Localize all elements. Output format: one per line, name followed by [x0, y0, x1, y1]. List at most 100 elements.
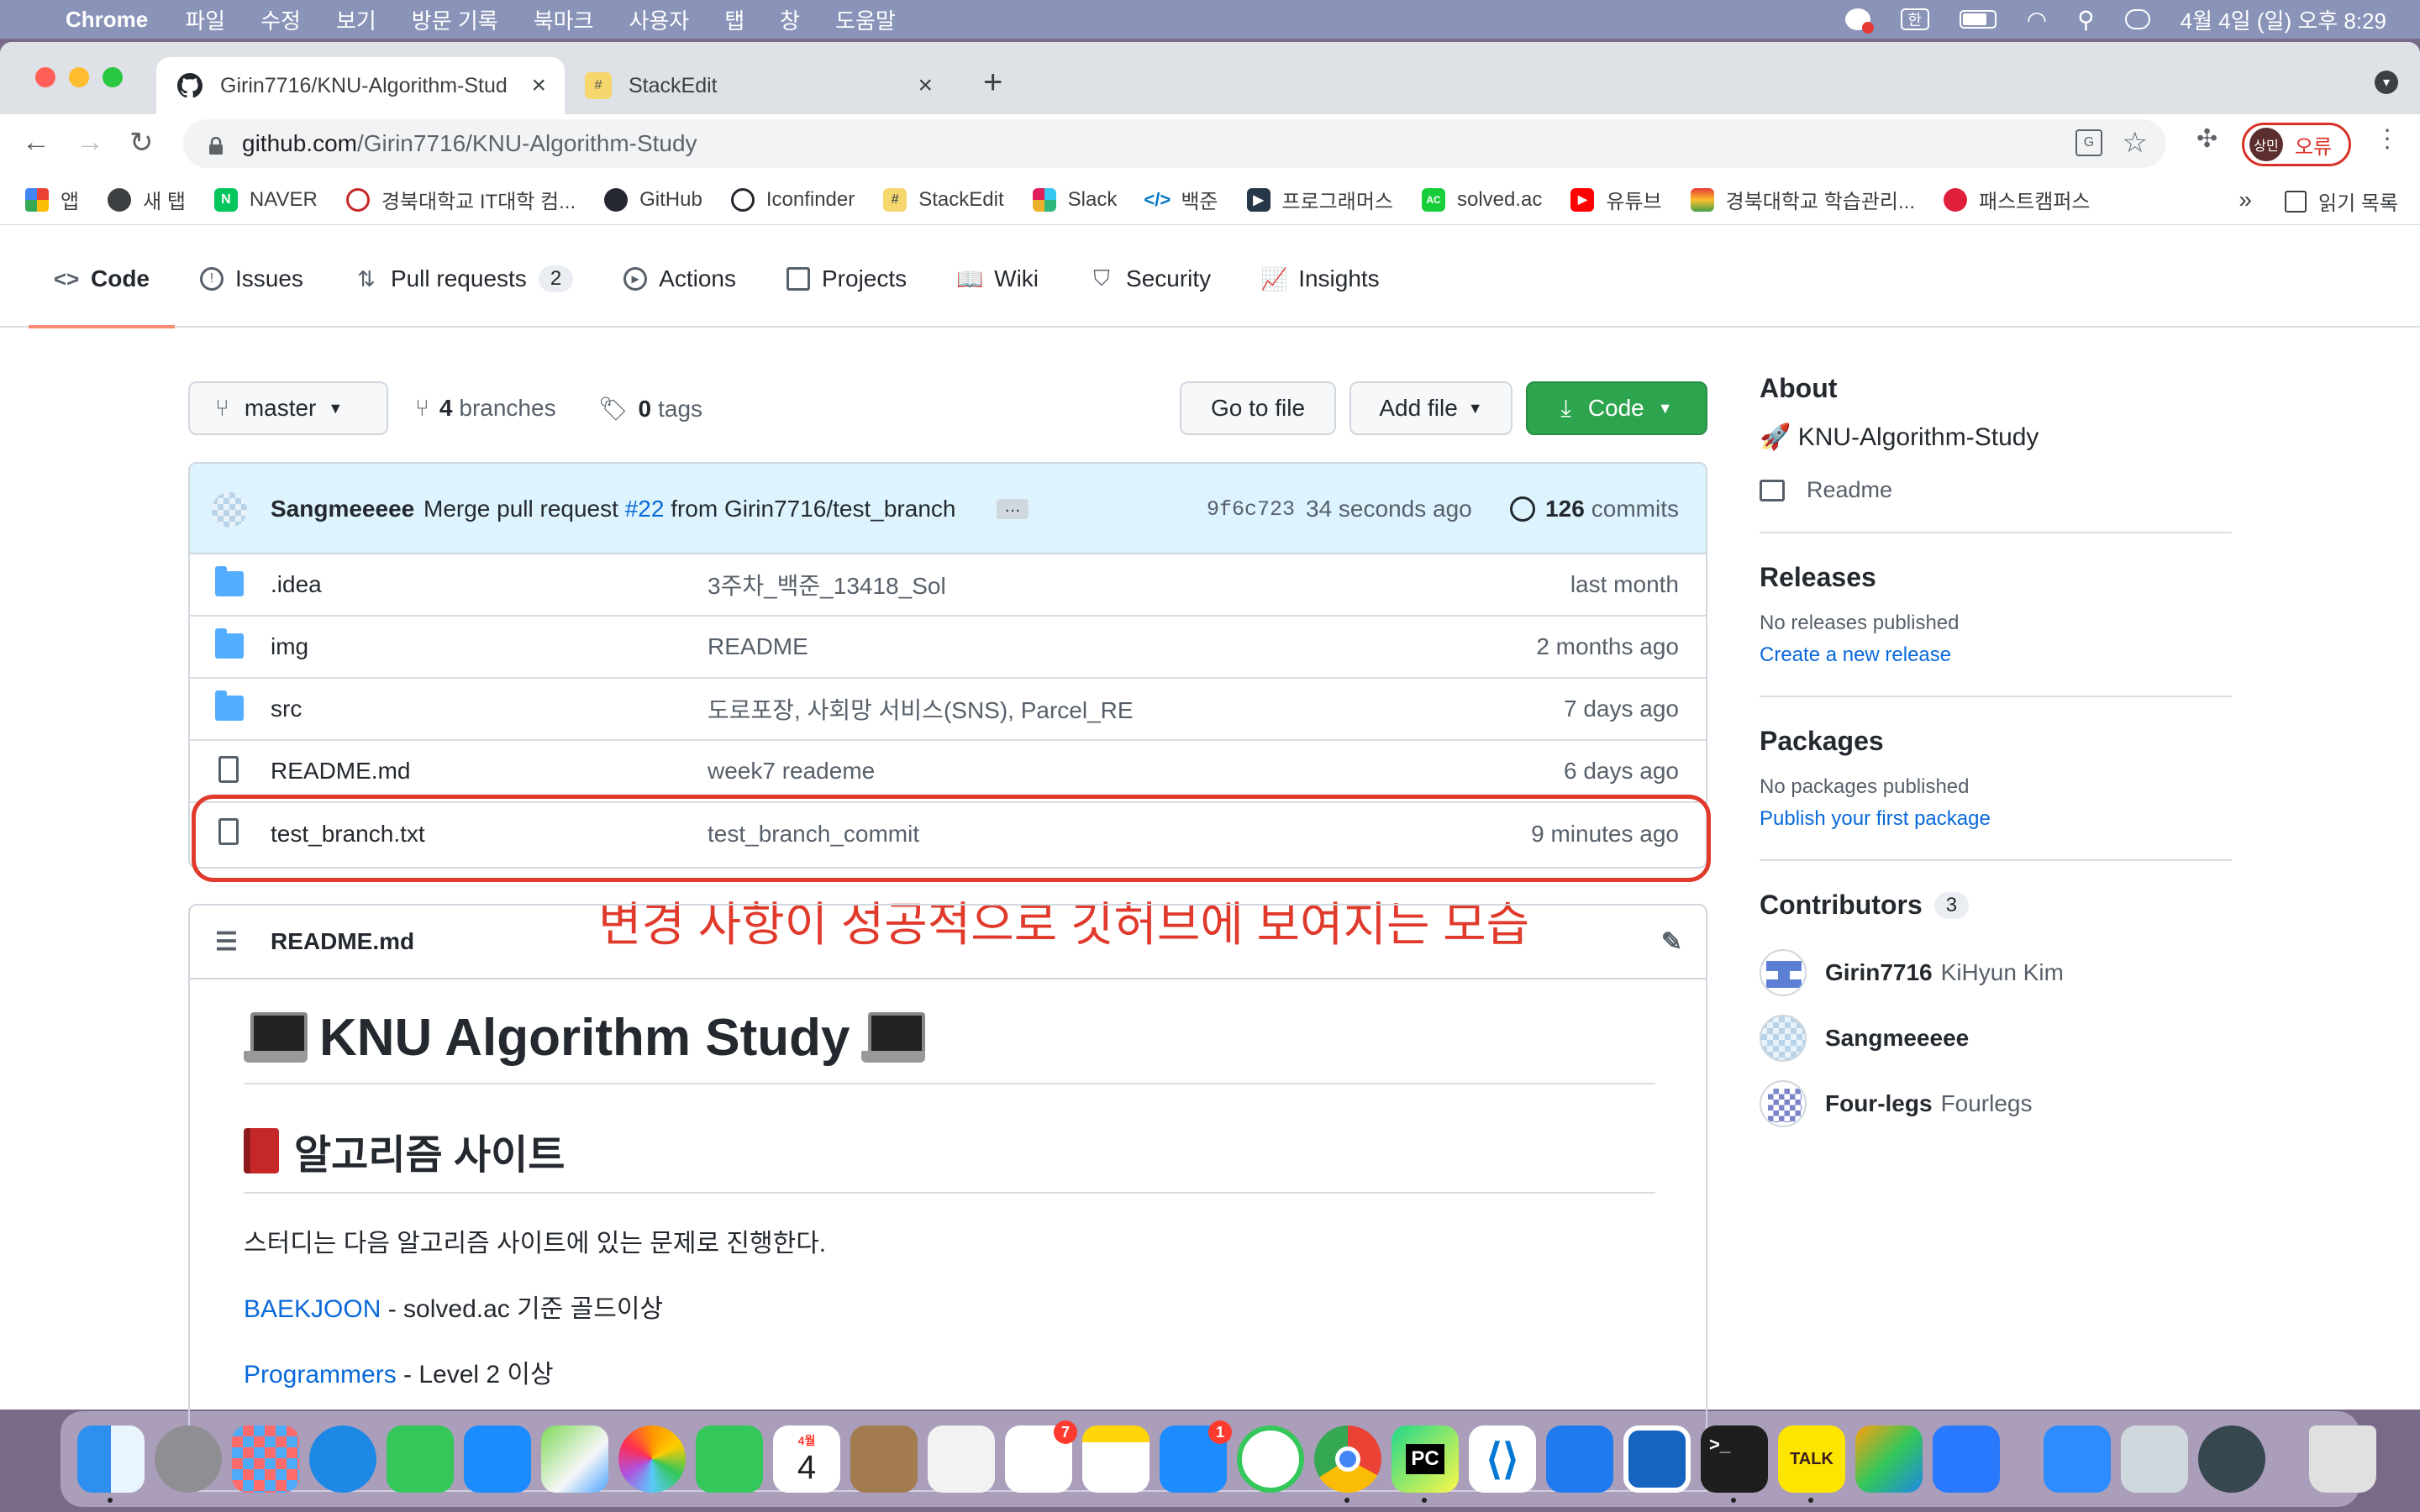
maps-icon[interactable]: [541, 1425, 608, 1493]
forward-arrow-icon[interactable]: →: [76, 126, 104, 159]
file-name-link[interactable]: .idea: [271, 571, 322, 598]
bookmark-iconfinder[interactable]: Iconfinder: [730, 187, 855, 212]
notes-icon[interactable]: [1082, 1425, 1150, 1493]
packages-heading[interactable]: Packages: [1760, 726, 2232, 757]
safari-icon[interactable]: [309, 1425, 376, 1493]
back-arrow-icon[interactable]: ←: [22, 126, 50, 159]
branches-link[interactable]: ⑂ 4 branches: [415, 395, 556, 422]
window-minimize-button[interactable]: [69, 67, 89, 87]
tab-issues[interactable]: ! Issues: [200, 231, 303, 327]
file-row[interactable]: src 도로포장, 사회망 서비스(SNS), Parcel_RE 7 days…: [190, 679, 1706, 741]
terminal-icon[interactable]: >_: [1701, 1425, 1768, 1503]
tab-close-icon[interactable]: ×: [918, 71, 933, 100]
file-name-link[interactable]: README.md: [271, 758, 410, 785]
bookmark-solvedac[interactable]: AC solved.ac: [1421, 187, 1542, 212]
find-my-icon[interactable]: [1237, 1425, 1304, 1493]
finder-icon[interactable]: [77, 1425, 145, 1503]
file-row[interactable]: .idea 3주차_백준_13418_Sol last month: [190, 554, 1706, 617]
facetime-icon[interactable]: [696, 1425, 763, 1493]
quicktime-icon[interactable]: [2198, 1425, 2265, 1493]
xcode-icon[interactable]: [1546, 1425, 1613, 1493]
wifi-icon[interactable]: ◠: [2027, 6, 2047, 34]
tab-insights[interactable]: 📈 Insights: [1260, 231, 1380, 327]
menu-window[interactable]: 창: [780, 4, 800, 35]
menu-app-name[interactable]: Chrome: [66, 7, 148, 33]
bookmark-naver[interactable]: N NAVER: [213, 187, 318, 212]
bookmarks-overflow-chevron-icon[interactable]: »: [2238, 186, 2252, 213]
add-file-button[interactable]: Add file ▼: [1349, 381, 1512, 435]
contributor-item[interactable]: Sangmeeeee: [1760, 1015, 2232, 1062]
file-commit-message[interactable]: week7 reademe: [708, 758, 875, 785]
tab-search-chevron-icon[interactable]: ▾: [2375, 71, 2398, 94]
baekjoon-link[interactable]: BAEKJOON: [244, 1295, 381, 1323]
reminders-icon[interactable]: 7: [1005, 1420, 1077, 1493]
kakaotalk-icon[interactable]: TALK: [1778, 1425, 1845, 1503]
bookmark-new-tab[interactable]: 새 탭: [108, 185, 186, 214]
translate-icon[interactable]: G: [2075, 129, 2102, 156]
contacts-icon[interactable]: [850, 1425, 918, 1493]
bookmark-baekjoon[interactable]: </> 백준: [1144, 185, 1218, 214]
menubar-clock[interactable]: 4월 4일 (일) 오후 8:29: [2181, 4, 2386, 35]
bookmark-knu-lms[interactable]: 경북대학교 학습관리...: [1690, 185, 1915, 214]
window-zoom-button[interactable]: [103, 67, 123, 87]
cmake-app-icon[interactable]: [1623, 1425, 1691, 1493]
battery-icon[interactable]: [1959, 10, 1996, 29]
file-commit-message[interactable]: 3주차_백준_13418_Sol: [708, 568, 946, 601]
branch-select-button[interactable]: ⑂ master ▼: [188, 381, 388, 435]
input-method-indicator[interactable]: 한: [1900, 8, 1929, 30]
pencil-edit-icon[interactable]: ✎: [1661, 927, 1682, 957]
bookmark-programmers[interactable]: ▶ 프로그래머스: [1246, 185, 1393, 214]
go-to-file-button[interactable]: Go to file: [1180, 381, 1336, 435]
file-commit-message[interactable]: 도로포장, 사회망 서비스(SNS), Parcel_RE: [708, 692, 1134, 726]
bookmark-github[interactable]: GitHub: [604, 187, 702, 212]
vscode-icon[interactable]: ⟨⟩: [1469, 1425, 1536, 1493]
releases-heading[interactable]: Releases: [1760, 562, 2232, 593]
programmers-link[interactable]: Programmers: [244, 1361, 397, 1389]
commits-link[interactable]: 126 commits: [1510, 496, 1679, 522]
tab-stackedit[interactable]: # StackEdit ×: [565, 57, 951, 114]
avatar[interactable]: [212, 492, 247, 528]
file-name-link[interactable]: src: [271, 696, 302, 722]
tab-close-icon[interactable]: ×: [531, 71, 546, 100]
textedit-icon[interactable]: [928, 1425, 995, 1493]
new-tab-plus-icon[interactable]: +: [983, 64, 1002, 102]
bookmark-fastcampus[interactable]: 패스트캠퍼스: [1944, 185, 2091, 214]
pycharm-icon[interactable]: PC: [1392, 1425, 1459, 1503]
pages-icon[interactable]: [1855, 1425, 1923, 1493]
tags-link[interactable]: 🏷 0 tags: [598, 395, 702, 423]
mail-icon[interactable]: [464, 1425, 531, 1493]
launchpad-icon[interactable]: [232, 1425, 299, 1493]
address-bar[interactable]: github.com/Girin7716/KNU-Algorithm-Study…: [183, 119, 2166, 168]
tab-actions[interactable]: ▶ Actions: [623, 231, 736, 327]
bookmark-youtube[interactable]: ▶ 유튜브: [1570, 185, 1662, 214]
commit-pr-link[interactable]: #22: [625, 496, 665, 522]
app-store-icon[interactable]: 1: [1160, 1420, 1232, 1493]
tab-security[interactable]: ⛉ Security: [1089, 231, 1211, 327]
menu-bookmarks[interactable]: 북마크: [534, 4, 594, 35]
contributor-item[interactable]: Girin7716 KiHyun Kim: [1760, 949, 2232, 996]
tab-projects[interactable]: Projects: [786, 231, 907, 327]
lock-icon[interactable]: [208, 134, 224, 155]
commit-sha[interactable]: 9f6c723: [1207, 497, 1295, 522]
menu-file[interactable]: 파일: [185, 4, 225, 35]
file-commit-message[interactable]: README: [708, 633, 808, 660]
extensions-puzzle-icon[interactable]: ✣: [2196, 124, 2217, 154]
tab-wiki[interactable]: 📖 Wiki: [956, 231, 1039, 327]
bookmark-slack[interactable]: Slack: [1032, 187, 1117, 212]
tab-github[interactable]: Girin7716/KNU-Algorithm-Stud ×: [156, 57, 565, 114]
bookmark-apps[interactable]: 앱: [25, 185, 79, 214]
spotlight-search-icon[interactable]: ⚲: [2077, 6, 2095, 34]
profile-button[interactable]: 상민 오류: [2242, 123, 2351, 166]
tab-pull-requests[interactable]: ⇅ Pull requests 2: [354, 231, 574, 327]
bookmark-stackedit[interactable]: # StackEdit: [883, 187, 1004, 212]
system-preferences-icon[interactable]: [155, 1425, 222, 1493]
readme-link[interactable]: Readme: [1760, 477, 2232, 503]
contributor-item[interactable]: Four-legs Fourlegs: [1760, 1080, 2232, 1127]
commit-message[interactable]: Merge pull request #22 from Girin7716/te…: [424, 496, 955, 522]
calendar-icon[interactable]: 4월 4: [773, 1425, 840, 1493]
menu-history[interactable]: 방문 기록: [412, 4, 498, 35]
window-close-button[interactable]: [35, 67, 55, 87]
commit-expand-button[interactable]: …: [997, 498, 1028, 519]
file-name-link[interactable]: img: [271, 633, 308, 660]
commit-author[interactable]: Sangmeeeee: [271, 496, 414, 522]
